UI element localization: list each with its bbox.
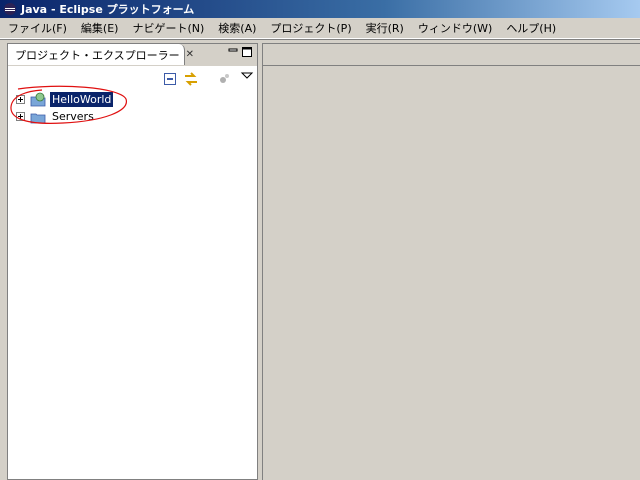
tree-item-label: HelloWorld <box>50 92 114 107</box>
menu-file[interactable]: ファイル(F) <box>0 20 73 36</box>
tab-label: プロジェクト・エクスプローラー <box>15 48 180 62</box>
menu-help[interactable]: ヘルプ(H) <box>498 20 562 36</box>
collapse-all-icon[interactable] <box>162 71 178 87</box>
view-controls <box>227 46 253 58</box>
minimize-icon[interactable] <box>227 46 239 58</box>
expand-icon[interactable] <box>16 95 25 104</box>
project-folder-icon <box>30 113 46 124</box>
project-folder-icon <box>30 92 46 107</box>
menu-project[interactable]: プロジェクト(P) <box>262 20 357 36</box>
filter-icon[interactable] <box>216 71 232 87</box>
view-menu-icon[interactable] <box>239 68 255 84</box>
editor-header <box>263 44 640 66</box>
window-title: Java - Eclipse プラットフォーム <box>21 3 195 16</box>
project-explorer-view: プロジェクト・エクスプローラー ✕ HelloWorld Servers <box>7 43 258 480</box>
close-icon[interactable]: ✕ <box>186 49 194 60</box>
expand-icon[interactable] <box>16 112 25 121</box>
tree-item-helloworld[interactable]: HelloWorld <box>8 91 114 108</box>
editor-area <box>262 43 640 480</box>
tab-project-explorer[interactable]: プロジェクト・エクスプローラー ✕ <box>8 44 194 65</box>
menu-navigate[interactable]: ナビゲート(N) <box>124 20 210 36</box>
menu-run[interactable]: 実行(R) <box>358 20 410 36</box>
menu-window[interactable]: ウィンドウ(W) <box>410 20 498 36</box>
eclipse-app-icon <box>4 3 16 15</box>
menu-search[interactable]: 検索(A) <box>210 20 262 36</box>
view-header: プロジェクト・エクスプローラー ✕ <box>8 44 257 65</box>
window-title-bar[interactable]: Java - Eclipse プラットフォーム <box>0 0 640 18</box>
menu-edit[interactable]: 編集(E) <box>73 20 125 36</box>
menu-bar: ファイル(F) 編集(E) ナビゲート(N) 検索(A) プロジェクト(P) 実… <box>0 18 640 39</box>
maximize-icon[interactable] <box>241 46 253 58</box>
link-with-editor-icon[interactable] <box>183 71 199 87</box>
view-toolbar <box>8 65 257 92</box>
toolbar-separator <box>0 39 640 42</box>
tree-item-label: Servers <box>52 110 94 123</box>
tree-item-servers[interactable]: Servers <box>8 108 96 125</box>
